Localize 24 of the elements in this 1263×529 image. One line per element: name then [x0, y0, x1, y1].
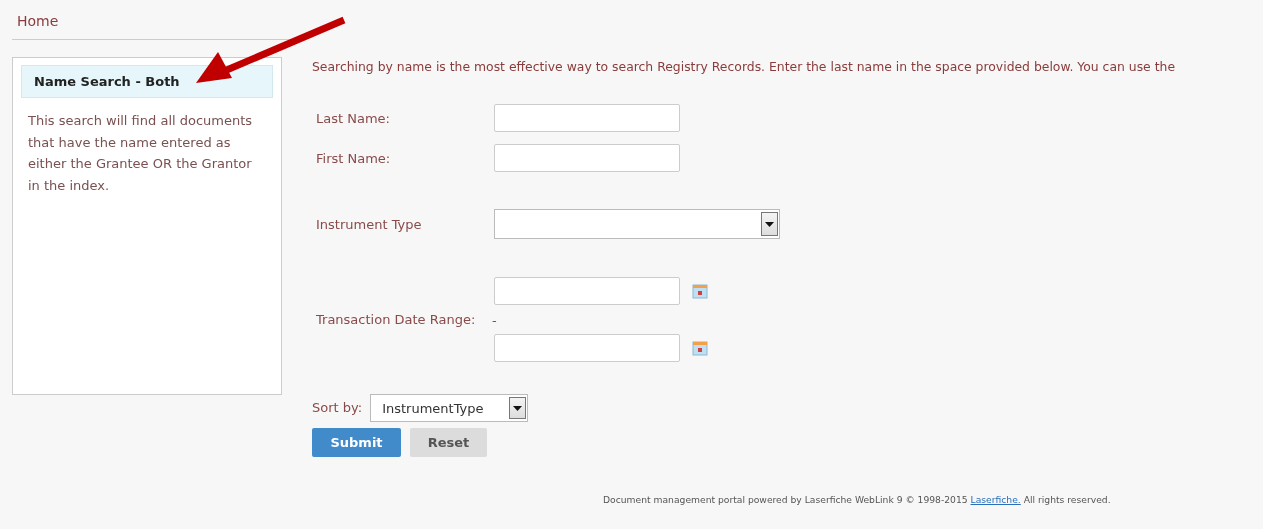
footer-text: Document management portal powered by Laserfiche WebLink 9 © 1998-2015 Laserfiche. All rights reserved. [603, 494, 1111, 505]
sort-label: Sort by: [312, 399, 363, 415]
laserfiche-link[interactable]: Laserfiche. [970, 494, 1021, 505]
date-field[interactable] [494, 277, 680, 305]
date-field[interactable] [494, 334, 680, 362]
caret-icon [765, 221, 774, 227]
range-separator: - [492, 312, 497, 327]
intro-text: Searching by name is the most effective way to search Registry Records. Enter the last name in the space provided below. You can use the [312, 59, 1175, 74]
submit-button[interactable]: Submit [312, 428, 401, 457]
sort-dropdown[interactable]: InstrumentType [370, 394, 529, 422]
search-description: This search will find all documents that have the name entered as either the Grantee OR the Grantor in the index. [27, 112, 254, 195]
input-field[interactable] [494, 144, 680, 172]
reset-button[interactable]: Reset [410, 428, 487, 457]
dropdown[interactable] [494, 209, 780, 239]
calendar-icon[interactable] [692, 283, 708, 299]
field-label: Transaction Date Range: [315, 312, 477, 327]
home-link[interactable]: Home [17, 13, 59, 29]
calendar-icon[interactable] [692, 340, 708, 356]
field-label: First Name: [315, 150, 392, 166]
input-field[interactable] [494, 104, 680, 132]
search-type-title[interactable]: Name Search - Both [21, 65, 273, 98]
field-label: Last Name: [315, 110, 391, 126]
field-label: Instrument Type [315, 216, 423, 232]
caret-icon [513, 405, 523, 411]
